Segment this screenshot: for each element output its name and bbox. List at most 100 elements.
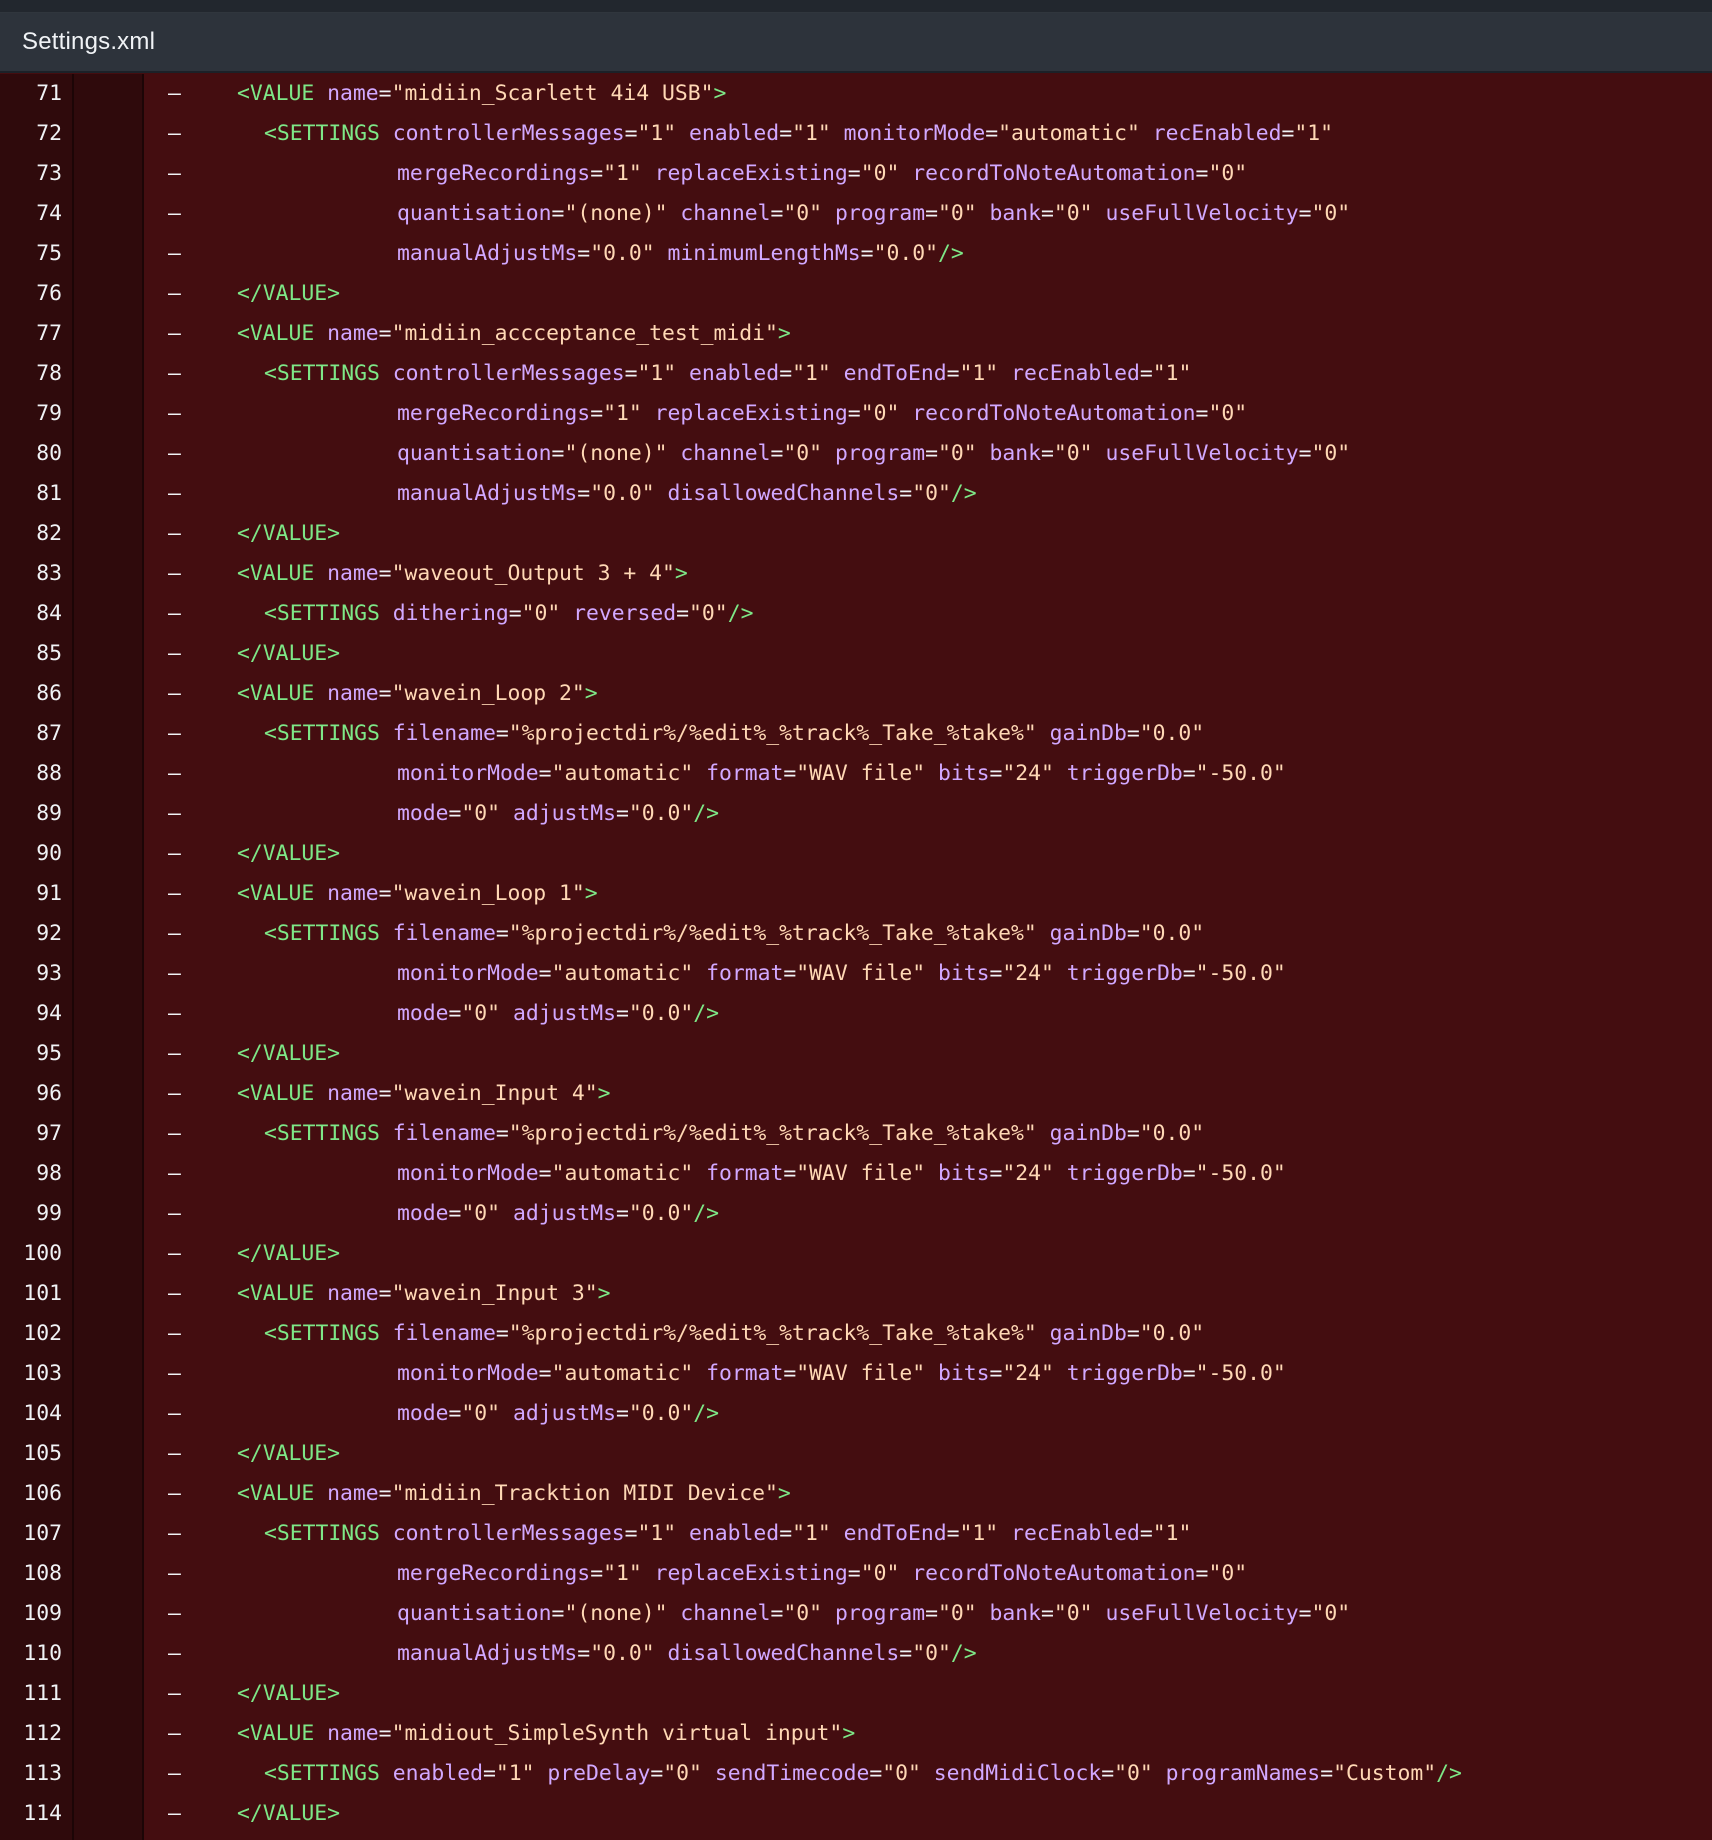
line-number[interactable]: 112	[0, 1714, 62, 1754]
diff-line[interactable]: 109– quantisation="(none)" channel="0" pr…	[0, 1594, 1712, 1634]
line-number[interactable]: 113	[0, 1754, 62, 1794]
line-number[interactable]: 72	[0, 114, 62, 154]
line-number[interactable]: 90	[0, 834, 62, 874]
diff-line[interactable]: 108– mergeRecordings="1" replaceExisting=…	[0, 1554, 1712, 1594]
line-number[interactable]: 97	[0, 1114, 62, 1154]
line-number[interactable]: 87	[0, 714, 62, 754]
diff-line[interactable]: 114 – </VALUE>	[0, 1794, 1712, 1834]
line-number[interactable]: 75	[0, 234, 62, 274]
code-token: reversed	[573, 601, 677, 626]
line-number[interactable]: 78	[0, 354, 62, 394]
code-token: adjustMs	[512, 1401, 616, 1426]
diff-line[interactable]: 106 – <VALUE name="midiin_Tracktion MIDI D…	[0, 1474, 1712, 1514]
line-number[interactable]: 107	[0, 1514, 62, 1554]
line-number[interactable]: 100	[0, 1234, 62, 1274]
diff-line[interactable]: 112 – <VALUE name="midiout_SimpleSynth vir…	[0, 1714, 1712, 1754]
line-number[interactable]: 83	[0, 554, 62, 594]
code-token: name	[327, 561, 379, 586]
line-number[interactable]: 101	[0, 1274, 62, 1314]
diff-line[interactable]: 87– <SETTINGS filename="%projectdir%/%edi…	[0, 714, 1712, 754]
diff-line[interactable]: 80– quantisation="(none)" channel="0" pro…	[0, 434, 1712, 474]
diff-line[interactable]: 104– mode="0" adjustMs="0.0"/>	[0, 1394, 1712, 1434]
diff-line[interactable]: 85 – </VALUE>	[0, 634, 1712, 674]
diff-line[interactable]: 100 – </VALUE>	[0, 1234, 1712, 1274]
line-number[interactable]: 99	[0, 1194, 62, 1234]
diff-line[interactable]: 96 – <VALUE name="wavein_Input 4">	[0, 1074, 1712, 1114]
line-number[interactable]: 74	[0, 194, 62, 234]
code-token: =	[1139, 361, 1153, 386]
diff-line[interactable]: 88– monitorMode="automatic" format="WAV f…	[0, 754, 1712, 794]
diff-line[interactable]: 86 – <VALUE name="wavein_Loop 2">	[0, 674, 1712, 714]
line-number[interactable]: 96	[0, 1074, 62, 1114]
line-number[interactable]: 104	[0, 1394, 62, 1434]
file-name[interactable]: Settings.xml	[22, 28, 155, 56]
diff-line[interactable]: 105 – </VALUE>	[0, 1434, 1712, 1474]
diff-line[interactable]: 110– manualAdjustMs="0.0" disallowedChann…	[0, 1634, 1712, 1674]
line-number[interactable]: 92	[0, 914, 62, 954]
diff-line[interactable]: 82 – </VALUE>	[0, 514, 1712, 554]
diff-line[interactable]: 83 – <VALUE name="waveout_Output 3 + 4">	[0, 554, 1712, 594]
diff-line[interactable]: 71 – <VALUE name="midiin_Scarlett 4i4 USB"…	[0, 74, 1712, 114]
diff-line[interactable]: 92– <SETTINGS filename="%projectdir%/%edi…	[0, 914, 1712, 954]
line-number[interactable]: 91	[0, 874, 62, 914]
line-number[interactable]: 79	[0, 394, 62, 434]
diff-line[interactable]: 107– <SETTINGS controllerMessages="1" ena…	[0, 1514, 1712, 1554]
diff-line[interactable]: 79– mergeRecordings="1" replaceExisting="…	[0, 394, 1712, 434]
line-number[interactable]: 98	[0, 1154, 62, 1194]
code-token: =	[1281, 121, 1295, 146]
line-number[interactable]: 102	[0, 1314, 62, 1354]
diff-line[interactable]: 103– monitorMode="automatic" format="WAV …	[0, 1354, 1712, 1394]
line-number[interactable]: 93	[0, 954, 62, 994]
diff-line[interactable]: 113– <SETTINGS enabled="1" preDelay="0" s…	[0, 1754, 1712, 1794]
line-number[interactable]: 71	[0, 74, 62, 114]
line-number[interactable]: 103	[0, 1354, 62, 1394]
diff-line[interactable]: 101 – <VALUE name="wavein_Input 3">	[0, 1274, 1712, 1314]
diff-line[interactable]: 77 – <VALUE name="midiin_accceptance_test_…	[0, 314, 1712, 354]
line-number[interactable]: 84	[0, 594, 62, 634]
diff-line[interactable]: 73– mergeRecordings="1" replaceExisting="…	[0, 154, 1712, 194]
code-token: =	[1182, 961, 1196, 986]
line-number[interactable]: 88	[0, 754, 62, 794]
line-number[interactable]: 81	[0, 474, 62, 514]
diff-line[interactable]: 93– monitorMode="automatic" format="WAV f…	[0, 954, 1712, 994]
diff-line[interactable]: 75– manualAdjustMs="0.0" minimumLengthMs=…	[0, 234, 1712, 274]
diff-line[interactable]: 95 – </VALUE>	[0, 1034, 1712, 1074]
line-number[interactable]: 73	[0, 154, 62, 194]
code-token: bits	[937, 761, 990, 786]
diff-line[interactable]: 99– mode="0" adjustMs="0.0"/>	[0, 1194, 1712, 1234]
line-number[interactable]: 105	[0, 1434, 62, 1474]
line-number[interactable]: 94	[0, 994, 62, 1034]
diff-line[interactable]: 111 – </VALUE>	[0, 1674, 1712, 1714]
line-number[interactable]: 111	[0, 1674, 62, 1714]
line-number[interactable]: 86	[0, 674, 62, 714]
diff-line[interactable]: 102– <SETTINGS filename="%projectdir%/%ed…	[0, 1314, 1712, 1354]
diff-line[interactable]: 94– mode="0" adjustMs="0.0"/>	[0, 994, 1712, 1034]
diff-line[interactable]: 74– quantisation="(none)" channel="0" pro…	[0, 194, 1712, 234]
line-number[interactable]: 85	[0, 634, 62, 674]
line-number[interactable]: 89	[0, 794, 62, 834]
code-token: "1"	[603, 161, 642, 186]
diff-line[interactable]: 98– monitorMode="automatic" format="WAV f…	[0, 1154, 1712, 1194]
line-number[interactable]: 77	[0, 314, 62, 354]
line-number[interactable]: 76	[0, 274, 62, 314]
file-header[interactable]: Settings.xml	[0, 13, 1712, 73]
diff-line[interactable]: 91 – <VALUE name="wavein_Loop 1">	[0, 874, 1712, 914]
diff-line[interactable]: 89– mode="0" adjustMs="0.0"/>	[0, 794, 1712, 834]
line-number[interactable]: 106	[0, 1474, 62, 1514]
line-number[interactable]: 110	[0, 1634, 62, 1674]
line-number[interactable]: 109	[0, 1594, 62, 1634]
line-number[interactable]: 80	[0, 434, 62, 474]
code-token: minimumLengthMs	[667, 241, 861, 266]
line-number[interactable]: 82	[0, 514, 62, 554]
diff-line[interactable]: 81– manualAdjustMs="0.0" disallowedChanne…	[0, 474, 1712, 514]
diff-line[interactable]: 84– <SETTINGS dithering="0" reversed="0"/…	[0, 594, 1712, 634]
diff-line[interactable]: 78– <SETTINGS controllerMessages="1" enab…	[0, 354, 1712, 394]
line-number[interactable]: 108	[0, 1554, 62, 1594]
diff-line[interactable]: 97– <SETTINGS filename="%projectdir%/%edi…	[0, 1114, 1712, 1154]
diff-line[interactable]: 76 – </VALUE>	[0, 274, 1712, 314]
diff-line[interactable]: 72– <SETTINGS controllerMessages="1" enab…	[0, 114, 1712, 154]
line-number[interactable]: 114	[0, 1794, 62, 1834]
line-number[interactable]: 95	[0, 1034, 62, 1074]
diff-line[interactable]: 90 – </VALUE>	[0, 834, 1712, 874]
